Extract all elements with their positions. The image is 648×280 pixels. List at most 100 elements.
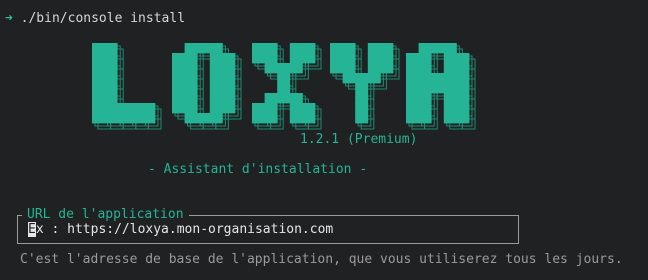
logo-block-cell: [367, 43, 381, 54]
logo-block-cell: [129, 103, 143, 114]
logo-block-cell: [289, 53, 303, 64]
logo-block-cell: [380, 43, 394, 54]
logo-block-cell: [380, 53, 394, 64]
logo-block-cell: [443, 103, 457, 114]
logo-block-cell: [184, 93, 198, 104]
logo-block-cell: [172, 53, 185, 64]
logo-block-cell: [222, 93, 236, 104]
logo-block-cell: [443, 113, 457, 124]
logo-block-cell: [456, 53, 470, 64]
logo-block-cell: [252, 103, 265, 114]
logo-block-cell: [443, 83, 457, 94]
logo-block-cell: [104, 113, 118, 124]
logo-block-cell: [264, 113, 278, 124]
logo-block-cell: [367, 73, 381, 84]
logo-block-cell: [456, 93, 470, 104]
logo-block-cell: [302, 43, 316, 54]
logo-block-cell: [418, 113, 432, 124]
logo-block-cell: [184, 53, 198, 64]
logo-block-cell: [330, 63, 343, 74]
logo-block-cell: [302, 113, 316, 124]
logo-block-cell: [443, 63, 457, 74]
logo-block-cell: [406, 53, 419, 64]
logo-block-cell: [209, 113, 223, 124]
logo-block-cell: [277, 73, 291, 84]
logo-block-cell: [184, 113, 198, 124]
logo-block-cell: [355, 73, 369, 84]
logo-block-cell: [406, 113, 419, 124]
logo-block-cell: [209, 73, 223, 84]
logo-block-cell: [129, 113, 143, 124]
logo-block-cell: [418, 103, 432, 114]
logo-block-cell: [142, 113, 156, 124]
logo-block-cell: [406, 103, 419, 114]
installer-subtitle: - Assistant d'installation -: [148, 162, 368, 177]
logo-block-cell: [418, 63, 432, 74]
text-cursor: E: [28, 222, 36, 237]
logo-block-cell: [92, 93, 105, 104]
logo-block-cell: [92, 103, 105, 114]
logo-block-cell: [209, 93, 223, 104]
logo-block-cell: [443, 93, 457, 104]
logo-block-cell: [142, 103, 156, 114]
logo-block-cell: [277, 93, 291, 104]
logo-block-cell: [456, 113, 470, 124]
logo-block-cell: [277, 63, 291, 74]
logo-block-cell: [418, 93, 432, 104]
logo-block-cell: [104, 53, 118, 64]
logo-block-cell: [289, 43, 303, 54]
logo-block-cell: [443, 73, 457, 84]
logo-block-cell: [431, 43, 445, 54]
logo-block-cell: [418, 53, 432, 64]
logo-block-cell: [264, 93, 278, 104]
logo-block-cell: [209, 43, 223, 54]
app-url-label: URL de l'application: [22, 207, 189, 222]
logo-block-cell: [222, 53, 236, 64]
logo-block-cell: [172, 63, 185, 74]
logo-block-cell: [456, 103, 470, 114]
logo-block-cell: [222, 83, 236, 94]
app-url-placeholder: x : https://loxya.mon-organisation.com: [35, 222, 334, 237]
logo-block-cell: [302, 53, 316, 64]
logo-block-cell: [443, 53, 457, 64]
logo-block-cell: [252, 43, 265, 54]
logo-block-cell: [117, 103, 131, 114]
logo-block-cell: [289, 113, 303, 124]
logo-block-cell: [406, 83, 419, 94]
logo-block-cell: [380, 63, 394, 74]
logo-block-cell: [330, 43, 343, 54]
logo-block-cell: [197, 113, 211, 124]
logo-block-cell: [92, 83, 105, 94]
logo-block-cell: [342, 73, 356, 84]
logo-block-cell: [431, 73, 445, 84]
logo-block-cell: [355, 93, 369, 104]
logo-block-cell: [252, 53, 265, 64]
app-url-input[interactable]: Ex : https://loxya.mon-organisation.com: [28, 222, 333, 237]
logo-block-cell: [367, 63, 381, 74]
logo-block-cell: [252, 113, 265, 124]
logo-block-cell: [355, 83, 369, 94]
logo-block-cell: [342, 43, 356, 54]
logo-block-cell: [330, 53, 343, 64]
logo-block-cell: [222, 73, 236, 84]
app-url-help: C'est l'adresse de base de l'application…: [20, 252, 623, 267]
logo-block-cell: [289, 93, 303, 104]
logo-block-cell: [406, 73, 419, 84]
logo-block-cell: [418, 43, 432, 54]
logo-block-cell: [104, 63, 118, 74]
logo-block-cell: [104, 83, 118, 94]
logo-block-cell: [117, 113, 131, 124]
logo-block-cell: [456, 73, 470, 84]
logo-block-cell: [367, 53, 381, 64]
loxya-logo: [92, 43, 476, 130]
logo-block-cell: [209, 103, 223, 114]
logo-block-cell: [184, 73, 198, 84]
logo-block-cell: [209, 83, 223, 94]
logo-block-cell: [184, 103, 198, 114]
logo-block-cell: [222, 63, 236, 74]
logo-block-cell: [209, 63, 223, 74]
logo-block-cell: [264, 63, 278, 74]
logo-block-cell: [456, 83, 470, 94]
logo-block-cell: [406, 93, 419, 104]
logo-block-cell: [92, 73, 105, 84]
